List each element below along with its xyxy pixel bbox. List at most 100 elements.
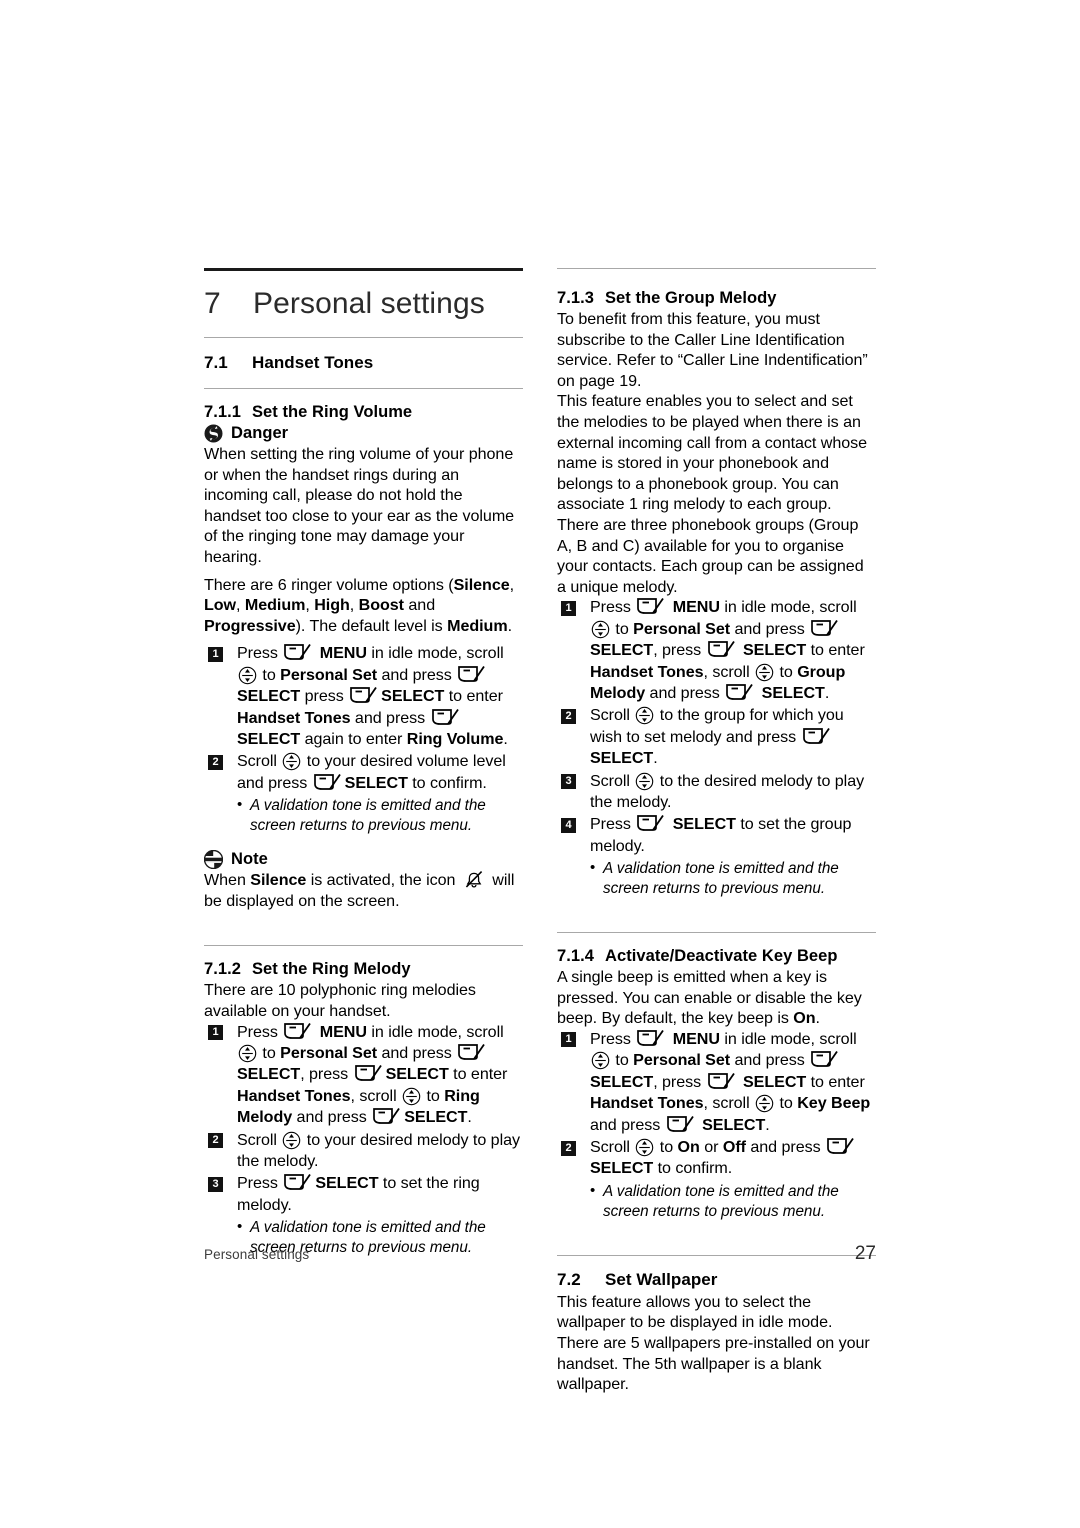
step-text: Press <box>590 815 636 834</box>
personal-set-label: Personal Set <box>280 1043 378 1062</box>
menu-label: MENU <box>315 1022 367 1041</box>
heading-7-1-2-number: 7.1.2 <box>204 960 241 979</box>
step-text: Scroll <box>237 1130 282 1149</box>
nav-key-icon <box>283 753 301 771</box>
menu-label: MENU <box>668 1029 720 1048</box>
step-text: . <box>765 1115 770 1134</box>
step-number: 2 <box>561 1140 576 1156</box>
step-number: 3 <box>208 1176 223 1192</box>
step-item: 2 Scroll to your desired melody to play t… <box>204 1130 523 1173</box>
on-label: On <box>793 1009 816 1028</box>
option-high: High <box>314 596 350 615</box>
step-number: 2 <box>208 754 223 770</box>
select-label: SELECT <box>590 1159 654 1178</box>
soft-key-icon <box>811 619 839 636</box>
soft-key-icon <box>284 643 312 661</box>
soft-key-icon <box>726 683 754 700</box>
footer-page-number: 27 <box>854 1243 876 1264</box>
chapter-number: 7 <box>204 287 221 320</box>
select-label: SELECT <box>381 687 445 706</box>
step-text: . <box>503 729 508 748</box>
note-callout: Note <box>204 850 523 870</box>
step-text: Scroll <box>590 771 635 790</box>
danger-text: When setting the ring volume of your pho… <box>204 445 515 566</box>
handset-tones-label: Handset Tones <box>237 708 351 727</box>
step-text: and press <box>377 665 457 684</box>
nav-key-icon <box>636 707 654 725</box>
step-text: , scroll <box>703 662 755 681</box>
nav-key-icon <box>636 1138 654 1157</box>
select-label: SELECT <box>668 815 736 834</box>
step-number: 4 <box>561 817 576 833</box>
step-text: and press <box>292 1108 372 1127</box>
group-melody-para-2: This feature enables you to select and s… <box>557 392 868 514</box>
group-melody-para-1: To benefit from this feature, you must s… <box>557 310 868 390</box>
soft-key-icon <box>827 1137 854 1154</box>
step-text: to <box>258 1043 281 1062</box>
bullets-7-1-1: A validation tone is emitted and the scr… <box>204 795 523 836</box>
step-text: Press <box>237 1174 283 1193</box>
select-label: SELECT <box>237 1065 301 1084</box>
on-label: On <box>677 1138 700 1156</box>
step-text: Press <box>590 598 636 617</box>
left-column: 7 Personal settings 7.1 Handset Tones 7.… <box>204 268 523 1395</box>
nav-key-icon <box>402 1087 421 1106</box>
soft-key-icon <box>458 1043 486 1060</box>
step-text: in idle mode, scroll <box>719 598 857 617</box>
soft-key-icon <box>431 708 459 725</box>
sep-4: , <box>349 596 359 615</box>
step-number: 2 <box>561 708 576 724</box>
step-number: 2 <box>208 1133 223 1149</box>
heading-7-1-3: 7.1.3 Set the Group Melody <box>557 289 876 308</box>
nav-key-icon <box>755 1094 774 1113</box>
nav-key-icon <box>755 663 774 681</box>
select-label: SELECT <box>344 773 408 792</box>
step-item: 2 Scroll to your desired volume level and… <box>204 751 523 794</box>
step-item: 4 Press SELECT to set the group melody. <box>557 814 876 857</box>
heading-7-1-3-number: 7.1.3 <box>557 289 594 307</box>
default-level: Medium <box>447 616 508 635</box>
steps-7-1-1: 1 Press MENU in idle mode, scroll to Pers… <box>204 643 523 794</box>
select-label: SELECT <box>385 1065 449 1084</box>
steps-7-1-4: 1 Press MENU in idle mode, scroll to Pers… <box>557 1029 876 1180</box>
step-item: 3 Scroll to the desired melody to play th… <box>557 771 876 814</box>
step-text: and press <box>377 1043 457 1062</box>
heading-7-1-3-title: Set the Group Melody <box>605 289 777 307</box>
step-text: to <box>422 1086 445 1105</box>
ring-volume-label: Ring Volume <box>406 729 504 748</box>
option-silence: Silence <box>453 575 510 594</box>
soft-key-icon <box>637 814 665 832</box>
step-text: to <box>611 619 634 638</box>
silence-bell-icon <box>465 870 483 888</box>
soft-key-icon <box>707 1072 735 1089</box>
step-text: to enter <box>806 641 865 660</box>
step-text: Scroll <box>590 1138 635 1156</box>
step-text: and press <box>645 683 725 702</box>
steps-7-1-3: 1 Press MENU in idle mode, scroll to Pers… <box>557 597 876 857</box>
silence-label: Silence <box>250 871 307 890</box>
personal-set-label: Personal Set <box>633 1051 731 1070</box>
step-text: to <box>258 665 281 684</box>
handset-tones-label: Handset Tones <box>590 662 704 681</box>
select-label: SELECT <box>757 683 825 702</box>
note-text: When Silence is activated, the icon will… <box>204 870 523 911</box>
bullets-7-1-4: A validation tone is emitted and the scr… <box>557 1181 876 1222</box>
right-column: 7.1.3 Set the Group Melody To benefit fr… <box>557 268 876 1395</box>
soft-key-icon <box>707 640 735 658</box>
step-text: or <box>699 1138 723 1156</box>
note-mid: is activated, the icon <box>306 871 460 890</box>
soft-key-icon <box>802 727 830 744</box>
step-item: 3 Press SELECT to set the ring melody. <box>204 1173 523 1216</box>
select-label: SELECT <box>315 1174 379 1193</box>
step-number: 1 <box>561 1032 576 1048</box>
note-icon <box>204 850 223 870</box>
step-text: to confirm. <box>407 773 487 792</box>
soft-key-icon <box>284 1022 312 1039</box>
step-text: to enter <box>806 1072 865 1091</box>
key-beep-label: Key Beep <box>797 1094 871 1113</box>
bullets-7-1-3: A validation tone is emitted and the scr… <box>557 858 876 899</box>
section-711-rule <box>204 388 523 389</box>
section-713-rule <box>557 268 876 269</box>
step-text: . <box>467 1108 472 1127</box>
step-text: Press <box>590 1029 636 1048</box>
